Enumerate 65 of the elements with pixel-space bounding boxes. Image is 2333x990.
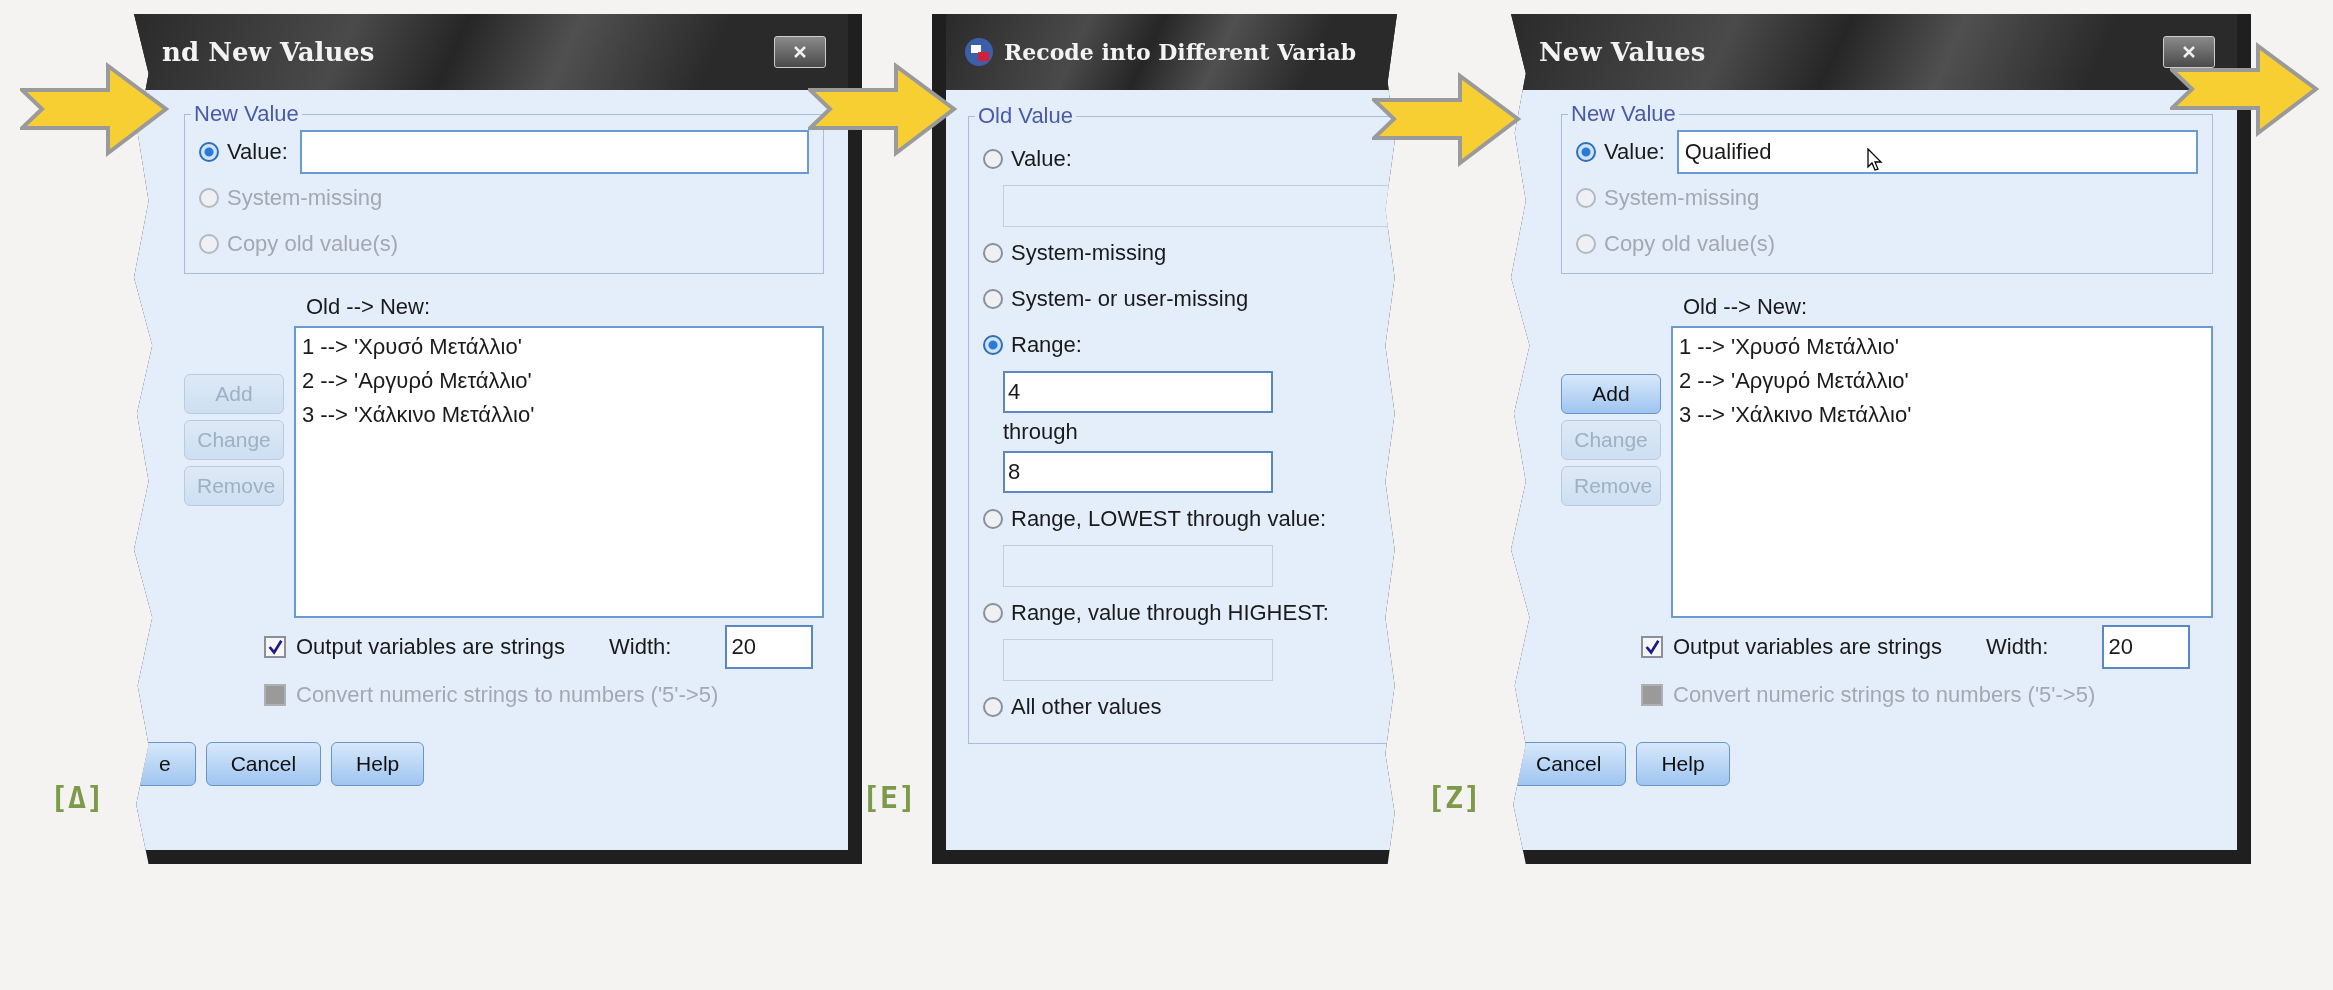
mapping-list[interactable]: 1 --> 'Χρυσό Μετάλλιο' 2 --> 'Αργυρό Μετάλλιο' 3 --> 'Χάλκινο Μετάλλιο' <box>1671 326 2213 618</box>
option-label: Copy old value(s) <box>1604 231 1776 257</box>
radio-button[interactable] <box>983 243 1003 263</box>
list-item[interactable]: 2 --> 'Αργυρό Μετάλλιο' <box>302 366 816 396</box>
window-title: New Values <box>1539 37 1707 67</box>
step-label: [Z] <box>1427 780 1483 815</box>
arrow-icon <box>2170 42 2320 137</box>
width-label: Width: <box>1986 634 2049 660</box>
list-label: Old --> New: <box>306 294 432 320</box>
checkbox-label: Convert numeric strings to numbers ('5'->5) <box>1673 682 2096 708</box>
window-title: Recode into Different Variab <box>1004 39 1358 65</box>
option-label: Range, LOWEST through value: <box>1011 506 1327 532</box>
list-item[interactable]: 1 --> 'Χρυσό Μετάλλιο' <box>302 332 816 362</box>
option-label: All other values <box>1011 694 1162 720</box>
checkbox-label: Output variables are strings <box>296 634 566 660</box>
app-icon <box>964 37 994 67</box>
input-field[interactable]: 4 <box>1003 371 1273 413</box>
option-label: Value: <box>227 139 288 165</box>
width-label: Width: <box>609 634 672 660</box>
window-title: nd New Values <box>162 37 376 67</box>
close-button[interactable] <box>2163 36 2215 68</box>
list-item[interactable]: 3 --> 'Χάλκινο Μετάλλιο' <box>1679 400 2205 430</box>
radio-button[interactable] <box>983 697 1003 717</box>
list-label: Old --> New: <box>1683 294 1809 320</box>
dialog-button[interactable]: Help <box>1636 742 1730 786</box>
value-field[interactable] <box>299 130 809 174</box>
value-field[interactable]: Qualified <box>1676 130 2198 174</box>
checkbox[interactable] <box>1641 636 1663 658</box>
arrow-icon <box>1372 72 1522 167</box>
option-label: Range: <box>1011 332 1082 358</box>
radio-button[interactable] <box>199 142 219 162</box>
option-label: System-missing <box>227 185 383 211</box>
checkbox-label: Convert numeric strings to numbers ('5'->5) <box>296 682 719 708</box>
radio-button[interactable] <box>983 149 1003 169</box>
step-label: [E] <box>862 780 918 815</box>
option-label: System-missing <box>1011 240 1167 266</box>
width-field[interactable]: 20 <box>2102 625 2191 669</box>
width-field[interactable]: 20 <box>725 625 814 669</box>
mapping-list[interactable]: 1 --> 'Χρυσό Μετάλλιο' 2 --> 'Αργυρό Μετάλλιο' 3 --> 'Χάλκινο Μετάλλιο' <box>294 326 824 618</box>
radio-button[interactable] <box>983 335 1003 355</box>
list-item[interactable]: 2 --> 'Αργυρό Μετάλλιο' <box>1679 366 2205 396</box>
list-item[interactable]: 1 --> 'Χρυσό Μετάλλιο' <box>1679 332 2205 362</box>
option-label: Value: <box>1604 139 1665 165</box>
option-label: System- or user-missing <box>1011 286 1249 312</box>
add-button[interactable]: Add <box>1561 374 1661 414</box>
option-label: Range, value through HIGHEST: <box>1011 600 1329 626</box>
radio-button[interactable] <box>983 603 1003 623</box>
field-label: through <box>1003 419 1079 445</box>
option-label: Value: <box>1011 146 1072 172</box>
checkbox[interactable] <box>264 636 286 658</box>
option-label: Copy old value(s) <box>227 231 399 257</box>
step-label: [Δ] <box>50 780 106 815</box>
checkbox-label: Output variables are strings <box>1673 634 1943 660</box>
option-label: System-missing <box>1604 185 1760 211</box>
radio-button[interactable] <box>1576 142 1596 162</box>
arrow-icon <box>20 62 170 157</box>
input-field[interactable]: 8 <box>1003 451 1273 493</box>
close-button[interactable] <box>774 36 826 68</box>
arrow-icon <box>808 62 958 157</box>
radio-button[interactable] <box>983 509 1003 529</box>
dialog-button[interactable]: Cancel <box>205 742 322 786</box>
cursor-icon <box>1866 148 1883 172</box>
list-item[interactable]: 3 --> 'Χάλκινο Μετάλλιο' <box>302 400 816 430</box>
radio-button[interactable] <box>983 289 1003 309</box>
dialog-button[interactable]: Help <box>331 742 425 786</box>
